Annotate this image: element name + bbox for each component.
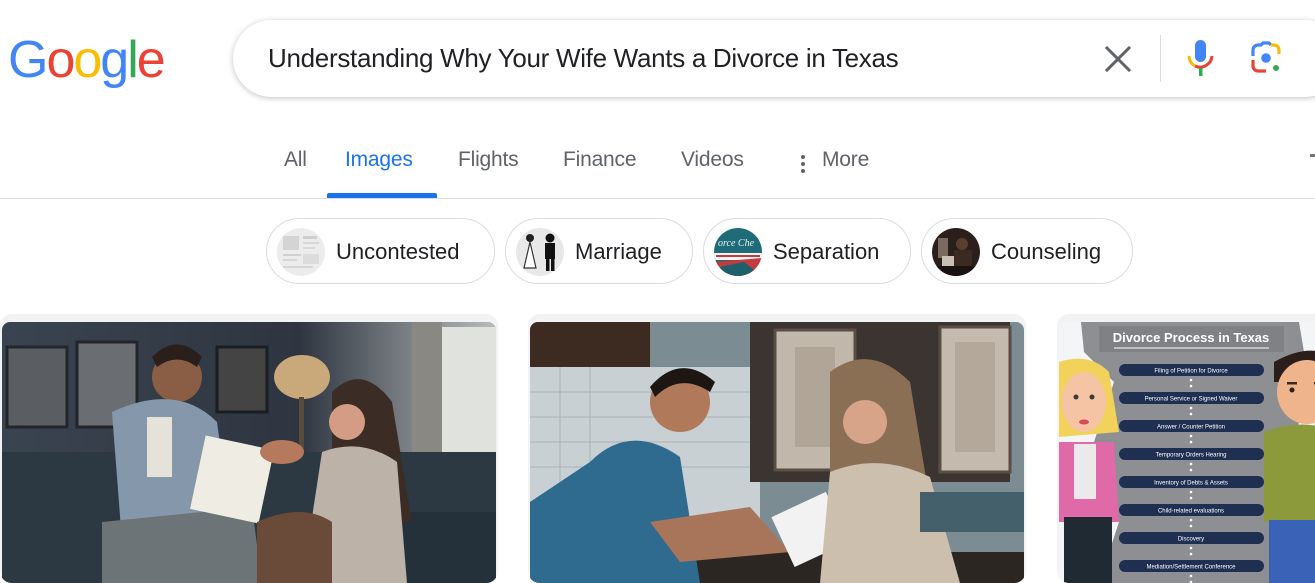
chip-counseling[interactable]: Counseling	[921, 218, 1133, 284]
google-lens-button[interactable]	[1248, 40, 1284, 76]
chip-thumbnail	[277, 228, 325, 276]
result-thumbnail	[530, 322, 1024, 583]
chip-label: Marriage	[575, 239, 662, 264]
svg-text:Child-related evaluations: Child-related evaluations	[1158, 509, 1224, 515]
image-result[interactable]	[0, 314, 498, 583]
logo-letter: e	[136, 31, 166, 89]
svg-text:Temporary Orders Hearing: Temporary Orders Hearing	[1155, 453, 1226, 459]
tab-more[interactable]: More	[822, 148, 869, 172]
tools-button-partial[interactable]	[1310, 154, 1315, 157]
chip-thumbnail: orce Che	[714, 228, 762, 276]
logo-letter: l	[127, 31, 138, 89]
image-result[interactable]	[528, 314, 1026, 583]
chip-uncontested[interactable]: Uncontested	[266, 218, 495, 284]
result-thumbnail: Divorce Process in Texas Filing of Petit…	[1059, 322, 1315, 583]
svg-text:Personal Service or Signed Wai: Personal Service or Signed Waiver	[1145, 397, 1238, 403]
chip-separation[interactable]: orce Che Separation	[703, 218, 911, 284]
tab-images[interactable]: Images	[345, 148, 413, 172]
logo-letter: G	[8, 31, 48, 89]
voice-search-button[interactable]	[1183, 38, 1219, 78]
microphone-icon	[1187, 40, 1214, 76]
chip-thumbnail	[516, 228, 564, 276]
tabs-divider	[0, 198, 1315, 199]
tab-videos[interactable]: Videos	[681, 148, 744, 172]
chip-label: Counseling	[991, 239, 1102, 264]
infographic-title: Divorce Process in Texas	[1113, 330, 1270, 345]
clear-search-button[interactable]	[1101, 42, 1135, 76]
svg-text:Filing of Petition for Divorce: Filing of Petition for Divorce	[1154, 369, 1228, 375]
chip-thumbnail	[932, 228, 980, 276]
search-divider	[1160, 35, 1161, 82]
chip-label: Separation	[773, 239, 880, 264]
tab-finance[interactable]: Finance	[563, 148, 637, 172]
svg-text:Answer / Counter Petition: Answer / Counter Petition	[1157, 425, 1225, 431]
logo-letter: o	[73, 31, 102, 89]
svg-text:Mediation/Settlement Conferenc: Mediation/Settlement Conference	[1146, 565, 1236, 571]
google-images-results-page: Google Understanding Why Your Wife Wants…	[0, 0, 1315, 583]
google-logo[interactable]: Google	[8, 30, 166, 90]
logo-letter: g	[100, 31, 129, 89]
result-thumbnail	[2, 322, 496, 583]
svg-text:orce Che: orce Che	[718, 238, 755, 249]
search-input[interactable]	[268, 20, 1088, 97]
svg-text:Inventory of Debts & Assets: Inventory of Debts & Assets	[1154, 481, 1228, 487]
chip-marriage[interactable]: Marriage	[505, 218, 693, 284]
close-icon	[1104, 45, 1132, 73]
image-result[interactable]: Divorce Process in Texas Filing of Petit…	[1057, 314, 1315, 583]
logo-letter: o	[46, 31, 75, 89]
svg-text:Discovery: Discovery	[1178, 537, 1204, 543]
tab-flights[interactable]: Flights	[458, 148, 519, 172]
chip-label: Uncontested	[336, 239, 460, 264]
more-vertical-icon[interactable]	[800, 154, 806, 176]
tab-all[interactable]: All	[284, 148, 307, 172]
google-lens-icon	[1251, 41, 1281, 73]
search-tabs: All Images Flights Finance Videos More	[0, 130, 1315, 198]
search-box	[233, 20, 1315, 97]
